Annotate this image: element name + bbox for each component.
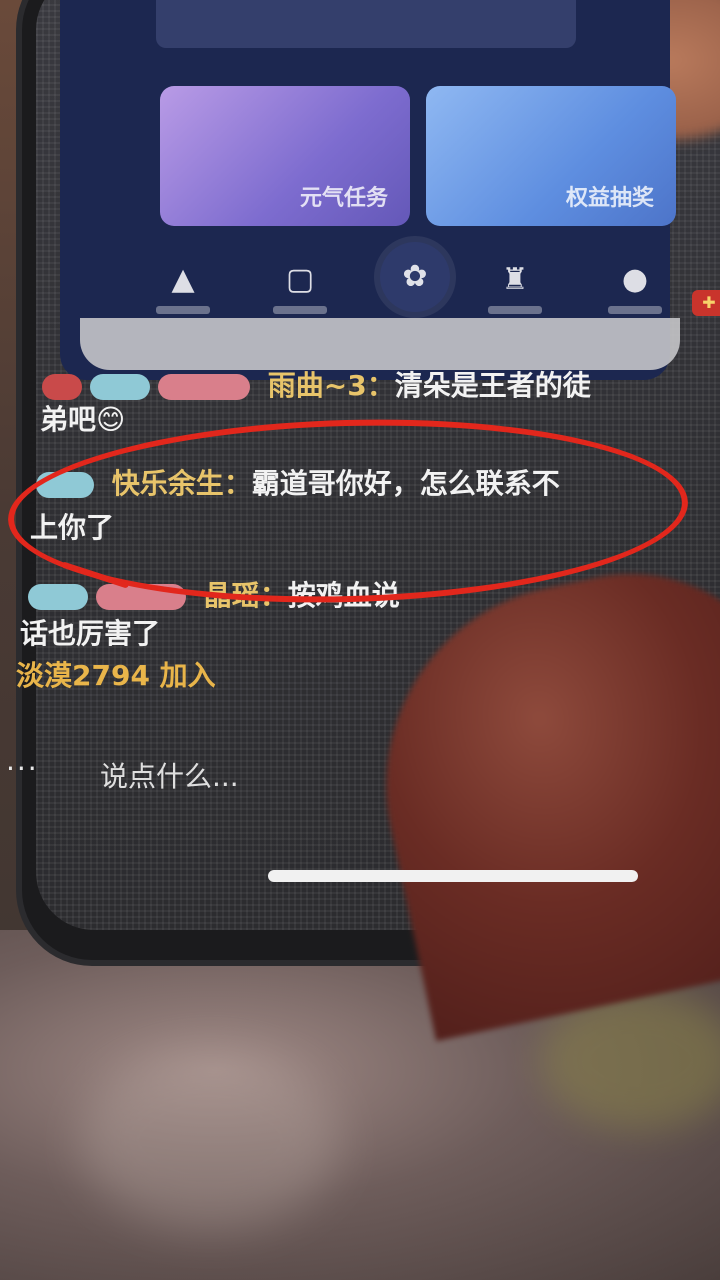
fan-badge xyxy=(90,374,150,400)
chat-username[interactable]: 雨曲~3： xyxy=(268,369,395,402)
chat-text: 话也厉害了 xyxy=(20,617,161,650)
level-badge xyxy=(42,374,82,400)
home-indicator[interactable] xyxy=(268,870,638,882)
more-icon[interactable]: ··· xyxy=(6,752,39,785)
vip-badge xyxy=(158,374,250,400)
join-notice: 淡漠2794 加入 xyxy=(16,659,216,692)
chat-text: 清朵是王者的徒 xyxy=(394,369,591,402)
chat-input[interactable]: 说点什么... xyxy=(100,755,239,795)
chat-message-continued: 弟吧😊 xyxy=(40,398,125,438)
chat-message-continued: 话也厉害了 xyxy=(20,612,160,652)
fan-badge xyxy=(28,584,88,610)
photo-scene: 元气任务 权益抽奖 ▲ ▢ ✿ ♜ ● ✚ 雨曲~3：清朵是王者的徒 弟吧😊 快… xyxy=(0,0,720,1280)
chat-text: 弟吧😊 xyxy=(40,403,126,436)
